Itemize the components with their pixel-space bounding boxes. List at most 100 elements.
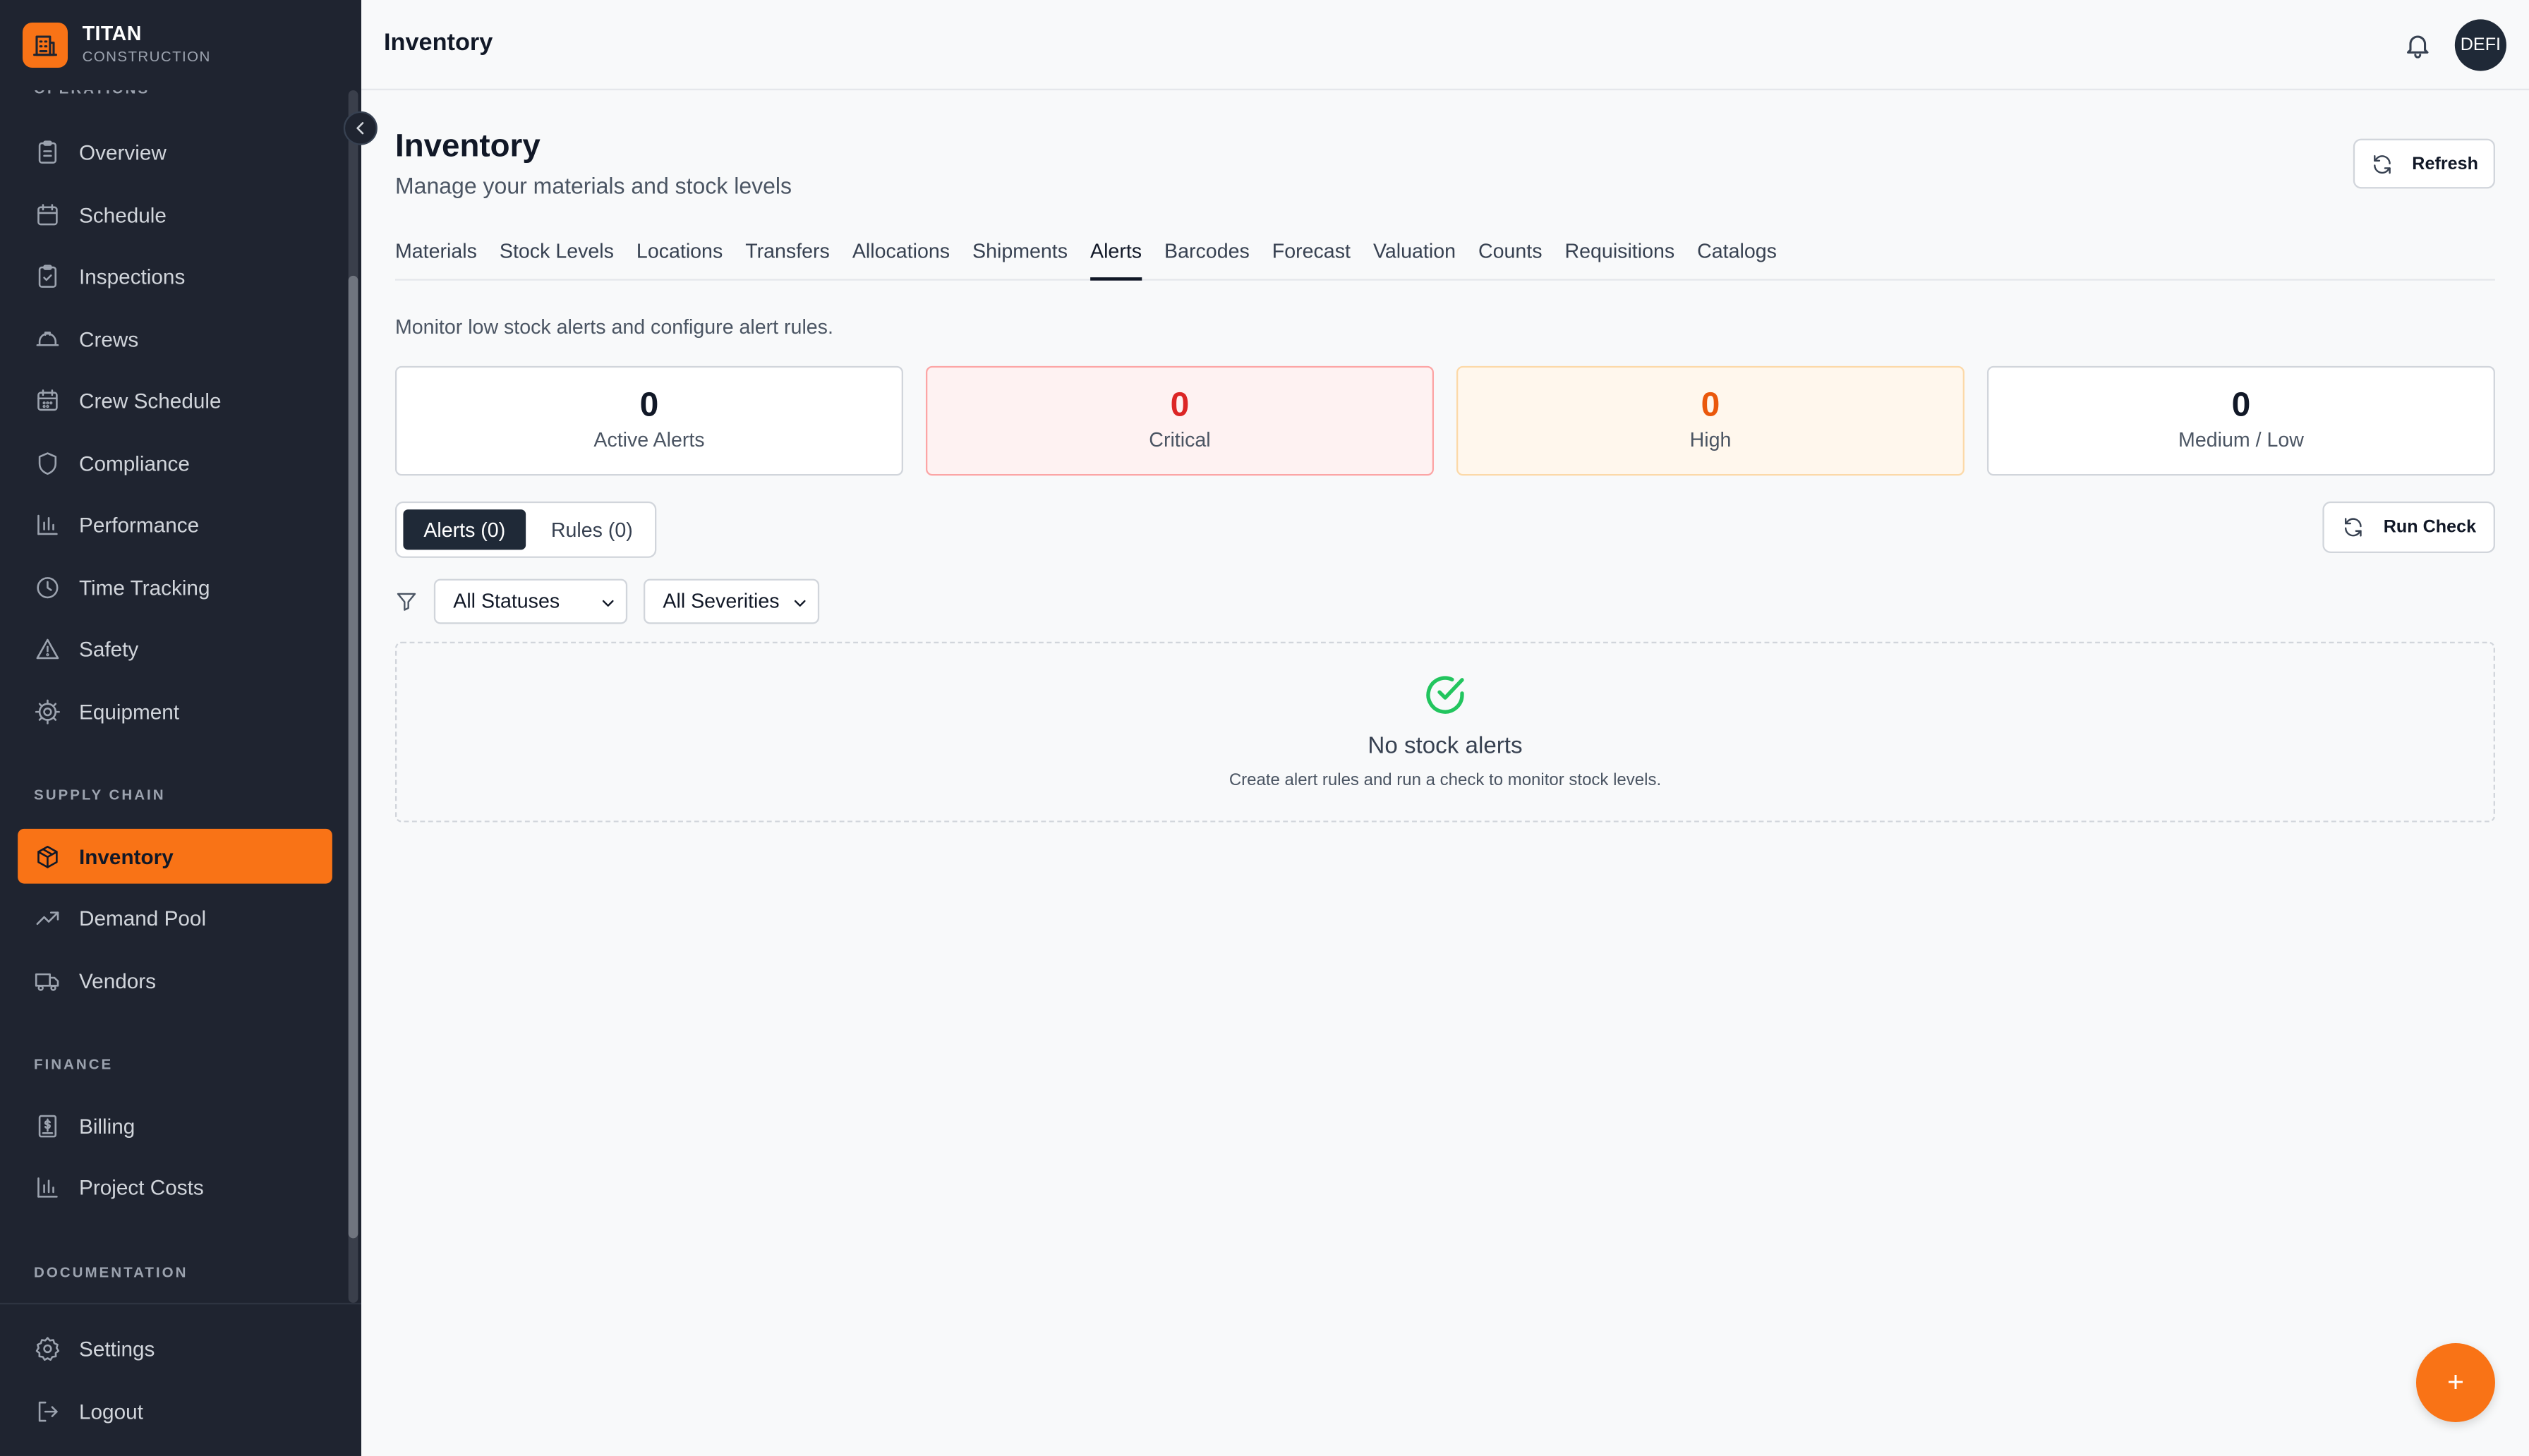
sidebar-item-time-tracking[interactable]: Time Tracking [18, 559, 332, 614]
sidebar-scrollbar-thumb[interactable] [348, 275, 358, 1239]
warning-icon [36, 638, 59, 659]
sidebar-item-label: Compliance [78, 450, 190, 475]
sidebar-scrollbar[interactable] [348, 90, 358, 1303]
section-label-supply-chain: SUPPLY CHAIN [33, 787, 166, 803]
refresh-label: Refresh [2412, 154, 2478, 174]
calendar-icon [37, 203, 58, 225]
sidebar-item-label: Inspections [78, 263, 186, 288]
empty-state-subtitle: Create alert rules and run a check to mo… [1229, 770, 1662, 790]
stat-card-high: 0 High [1456, 365, 1964, 476]
chevron-down-icon [602, 600, 614, 607]
bar-chart-icon [37, 1177, 58, 1197]
chevron-left-icon [356, 122, 364, 135]
stat-value: 0 [1701, 387, 1720, 425]
sidebar-item-equipment[interactable]: Equipment [18, 684, 332, 739]
clipboard-check-icon [38, 264, 57, 287]
page-subtitle: Manage your materials and stock levels [394, 172, 792, 199]
chevron-down-icon [794, 600, 806, 607]
stat-card-critical: 0 Critical [925, 365, 1434, 476]
brand-text: TITAN CONSTRUCTION [82, 22, 211, 67]
refresh-button[interactable]: Refresh [2353, 138, 2495, 189]
tab-transfers[interactable]: Transfers [745, 226, 830, 281]
sidebar-item-label: Crews [78, 326, 139, 351]
tab-locations[interactable]: Locations [636, 226, 723, 281]
add-button[interactable]: + [2415, 1342, 2495, 1422]
refresh-icon [2344, 518, 2362, 537]
severity-filter-select[interactable]: All Severities [643, 578, 820, 624]
sidebar-item-label: Schedule [78, 202, 167, 227]
app-root: OPERATIONS Overview Schedule Inspections… [0, 0, 2529, 1456]
run-check-label: Run Check [2383, 517, 2477, 538]
sidebar-item-overview[interactable]: Overview [18, 124, 332, 179]
sidebar-collapse-button[interactable] [343, 111, 378, 145]
sidebar-item-inventory[interactable]: Inventory [18, 828, 332, 884]
sidebar: OPERATIONS Overview Schedule Inspections… [0, 0, 361, 1456]
tab-materials[interactable]: Materials [395, 226, 477, 281]
sidebar-item-label: Overview [78, 139, 167, 164]
page-title: Inventory [394, 128, 541, 165]
sidebar-item-schedule[interactable]: Schedule [18, 187, 332, 242]
sidebar-item-crews[interactable]: Crews [18, 311, 332, 366]
tab-counts[interactable]: Counts [1478, 226, 1543, 281]
empty-state-title: No stock alerts [1368, 733, 1523, 760]
clock-icon [37, 576, 59, 598]
tab-allocations[interactable]: Allocations [852, 226, 950, 281]
stat-value: 0 [639, 387, 659, 425]
sidebar-item-label: Project Costs [78, 1175, 204, 1199]
tab-barcodes[interactable]: Barcodes [1164, 226, 1250, 281]
tab-catalogs[interactable]: Catalogs [1697, 226, 1777, 281]
sidebar-item-safety[interactable]: Safety [18, 621, 332, 676]
header-title: Inventory [383, 29, 493, 56]
sidebar-item-project-costs[interactable]: Project Costs [18, 1159, 332, 1214]
alerts-description: Monitor low stock alerts and configure a… [394, 315, 833, 339]
inventory-tabs: Materials Stock Levels Locations Transfe… [394, 226, 2495, 281]
tab-requisitions[interactable]: Requisitions [1565, 226, 1675, 281]
package-icon [37, 844, 58, 868]
hard-hat-icon [36, 330, 59, 346]
sidebar-item-logout[interactable]: Logout [18, 1383, 332, 1438]
sidebar-item-billing[interactable]: Billing [18, 1098, 332, 1153]
bar-chart-icon [37, 514, 58, 535]
sidebar-item-label: Crew Schedule [78, 387, 222, 412]
section-label-documentation: DOCUMENTATION [33, 1263, 188, 1280]
rules-toggle-button[interactable]: Rules (0) [532, 509, 651, 550]
stat-value: 0 [1170, 387, 1190, 425]
severity-filter-value: All Severities [663, 590, 780, 613]
alerts-toggle-button[interactable]: Alerts (0) [403, 509, 526, 550]
brand[interactable]: TITAN CONSTRUCTION [0, 0, 361, 90]
sidebar-item-performance[interactable]: Performance [18, 497, 332, 552]
cog-icon [35, 698, 60, 724]
alerts-rules-toggle: Alerts (0) Rules (0) [394, 501, 657, 558]
empty-state: No stock alerts Create alert rules and r… [394, 641, 2495, 823]
sidebar-item-label: Inventory [78, 844, 174, 868]
sidebar-item-crew-schedule[interactable]: Crew Schedule [18, 372, 332, 427]
settings-icon [35, 1336, 60, 1360]
tab-shipments[interactable]: Shipments [972, 226, 1068, 281]
bell-icon[interactable] [2403, 29, 2432, 61]
brand-name: TITAN [82, 22, 142, 45]
sidebar-item-label: Demand Pool [78, 905, 207, 930]
sidebar-item-label: Billing [78, 1113, 135, 1138]
sidebar-item-compliance[interactable]: Compliance [18, 435, 332, 490]
tab-alerts[interactable]: Alerts [1090, 226, 1142, 281]
sidebar-item-inspections[interactable]: Inspections [18, 248, 332, 303]
run-check-button[interactable]: Run Check [2322, 501, 2495, 553]
status-filter-value: All Statuses [453, 590, 560, 613]
building-icon [22, 22, 68, 68]
filter-icon [397, 593, 416, 611]
sidebar-item-vendors[interactable]: Vendors [18, 953, 332, 1008]
tab-stock-levels[interactable]: Stock Levels [500, 226, 614, 281]
sidebar-item-demand-pool[interactable]: Demand Pool [18, 890, 332, 945]
stat-card-active-alerts: 0 Active Alerts [394, 365, 903, 476]
stat-label: Active Alerts [593, 428, 705, 451]
sidebar-item-label: Settings [78, 1335, 155, 1360]
sidebar-item-settings[interactable]: Settings [18, 1321, 332, 1376]
sidebar-item-label: Logout [78, 1398, 143, 1424]
status-filter-select[interactable]: All Statuses [433, 578, 628, 624]
sidebar-item-label: Time Tracking [78, 574, 210, 600]
stat-value: 0 [2231, 387, 2251, 425]
sidebar-divider [0, 1302, 361, 1305]
tab-valuation[interactable]: Valuation [1373, 226, 1456, 281]
tab-forecast[interactable]: Forecast [1272, 226, 1351, 281]
avatar[interactable]: DEFI [2454, 19, 2506, 71]
